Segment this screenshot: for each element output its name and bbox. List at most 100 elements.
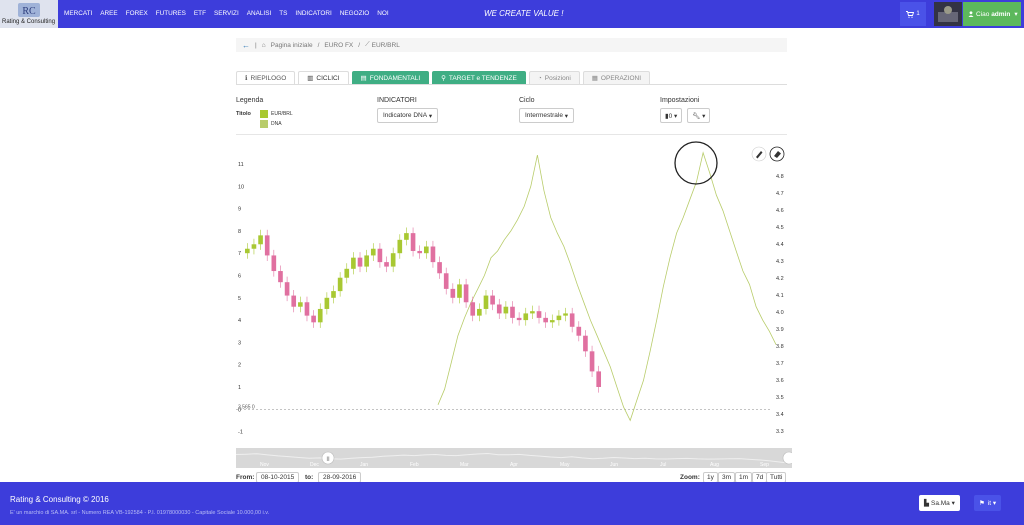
navigator-month-label: Jun (610, 462, 618, 468)
left-axis-tick: 7 (238, 251, 241, 257)
candle-body (423, 246, 429, 254)
candle-body (530, 311, 535, 314)
calendar-icon: ▦ (591, 75, 598, 82)
indicator-select[interactable]: Indicatore DNA ▾ (377, 108, 439, 123)
navigator-left-handle[interactable]: II (321, 451, 335, 465)
user-icon (968, 11, 974, 17)
left-axis-tick: 9 (238, 207, 241, 213)
left-axis-tick: 1 (238, 385, 241, 391)
candle-body (483, 295, 489, 309)
candle-body (351, 257, 356, 269)
legend-item-eurbrl[interactable]: EUR/BRL (260, 110, 293, 118)
right-axis-tick: 4.3 (776, 259, 784, 265)
candle-body (284, 282, 290, 296)
right-axis-tick: 4.7 (776, 191, 784, 197)
nav-mercati[interactable]: MERCATI (64, 10, 92, 17)
cycle-select[interactable]: Intermestrale ▾ (519, 108, 575, 123)
candle-body (311, 315, 316, 323)
right-axis-tick: 3.8 (776, 344, 784, 350)
cart-count: 1 (916, 11, 920, 17)
site-logo[interactable]: RC Rating & Consulting (0, 0, 58, 28)
nav-servizi[interactable]: SERVIZI (214, 10, 239, 17)
back-arrow-icon[interactable]: ← (242, 41, 250, 50)
candle-body (510, 306, 515, 318)
left-axis-tick: 5 (238, 296, 241, 302)
tab-ciclici[interactable]: ▥ CICLICI (298, 71, 349, 85)
tab-bar: ℹ RIEPILOGO ▥ CICLICI ▤ FONDAMENTALI ⚲ TARGE… (236, 71, 653, 85)
left-axis-tick: 6 (238, 274, 241, 280)
navigator-right-handle[interactable] (782, 451, 792, 465)
candle-body (317, 308, 323, 323)
candle-body (496, 304, 502, 314)
navigator-month-label: Feb (410, 462, 419, 468)
profile-button[interactable]: ▙ Sa.Ma ▾ (919, 495, 960, 511)
svg-text:II: II (326, 457, 330, 463)
tab-target-tendenze[interactable]: ⚲ TARGET e TENDENZE (432, 71, 526, 85)
candle-body (470, 302, 476, 316)
nav-analisi[interactable]: ANALISI (247, 10, 272, 17)
left-axis-tick: -1 (238, 430, 243, 436)
candle-body (450, 288, 456, 298)
price-chart[interactable]: 11109876543210-1 4.84.74.64.54.44.34.24.… (232, 140, 792, 470)
legend-label: Legenda (236, 97, 264, 104)
nav-ts[interactable]: TS (279, 10, 287, 17)
avatar[interactable] (934, 2, 962, 26)
candle-body (384, 262, 389, 267)
nav-futures[interactable]: FUTURES (156, 10, 186, 17)
building-icon: ▙ (924, 500, 929, 507)
breadcrumb: ← | ⌂ Pagina iniziale / EURO FX / ⟋ EUR/… (236, 38, 787, 52)
cart-button[interactable]: 1 (900, 2, 926, 26)
candle-body (324, 297, 330, 309)
highlight-circle (674, 141, 718, 185)
breadcrumb-home[interactable]: Pagina iniziale (271, 42, 313, 49)
caret-down-icon: ▾ (992, 500, 997, 507)
tools-button[interactable]: 🔧︎ ▾ (687, 108, 711, 123)
candle-body (563, 313, 568, 316)
language-button[interactable]: ⚑ it ▾ (974, 495, 1002, 511)
pencil-tool-button[interactable] (751, 146, 767, 162)
tab-operazioni[interactable]: ▦ OPERAZIONI (582, 71, 651, 85)
left-axis-tick: 3 (238, 340, 241, 346)
right-axis-tick: 4.6 (776, 208, 784, 214)
settings-toggle-button[interactable]: ▮0 ▾ (660, 108, 683, 123)
candle-body (589, 351, 595, 372)
nav-negozio[interactable]: NEGOZIO (340, 10, 369, 17)
zoom-label: Zoom: (680, 474, 700, 481)
nav-etf[interactable]: ETF (194, 10, 206, 17)
candle-body (377, 248, 383, 263)
candle-body (364, 255, 369, 267)
candle-body (457, 284, 462, 298)
candle-body (536, 311, 542, 318)
nav-indicatori[interactable]: INDICATORI (295, 10, 331, 17)
area-chart-icon: ▤ (360, 75, 367, 82)
candle-body (304, 302, 310, 316)
candle-body (337, 277, 343, 292)
right-axis-tick: 3.3 (776, 429, 784, 435)
tab-riepilogo[interactable]: ℹ RIEPILOGO (236, 71, 296, 85)
candle-body (370, 248, 376, 256)
candle-body (331, 291, 336, 298)
nav-aree[interactable]: AREE (100, 10, 117, 17)
eraser-tool-button[interactable] (769, 146, 785, 162)
tab-posizioni[interactable]: ◔ Posizioni (528, 71, 580, 85)
impostazioni-label: Impostazioni (660, 97, 700, 104)
navigator-month-label: Nov (260, 462, 269, 468)
candle-body (390, 253, 396, 267)
left-axis-tick: 2 (238, 363, 241, 369)
right-axis-tick: 4.8 (776, 174, 784, 180)
wrench-icon: 🔧︎ (692, 112, 701, 120)
nav-noi[interactable]: NOI (377, 10, 388, 17)
breadcrumb-current: EUR/BRL (371, 41, 400, 49)
nav-forex[interactable]: FOREX (126, 10, 148, 17)
right-axis-tick: 4.1 (776, 293, 784, 299)
home-icon: ⌂ (261, 41, 266, 49)
candle-body (410, 233, 416, 251)
candle-body (397, 239, 403, 254)
navigator-month-label: Jan (360, 462, 368, 468)
legend-item-dna[interactable]: DNA (260, 120, 282, 128)
right-axis-tick: 3.5 (776, 395, 784, 401)
user-menu-button[interactable]: Ciao admin ▾ (963, 2, 1021, 26)
to-label: to: (305, 474, 314, 481)
breadcrumb-euro-fx[interactable]: EURO FX (324, 42, 353, 49)
tab-fondamentali[interactable]: ▤ FONDAMENTALI (351, 71, 430, 85)
